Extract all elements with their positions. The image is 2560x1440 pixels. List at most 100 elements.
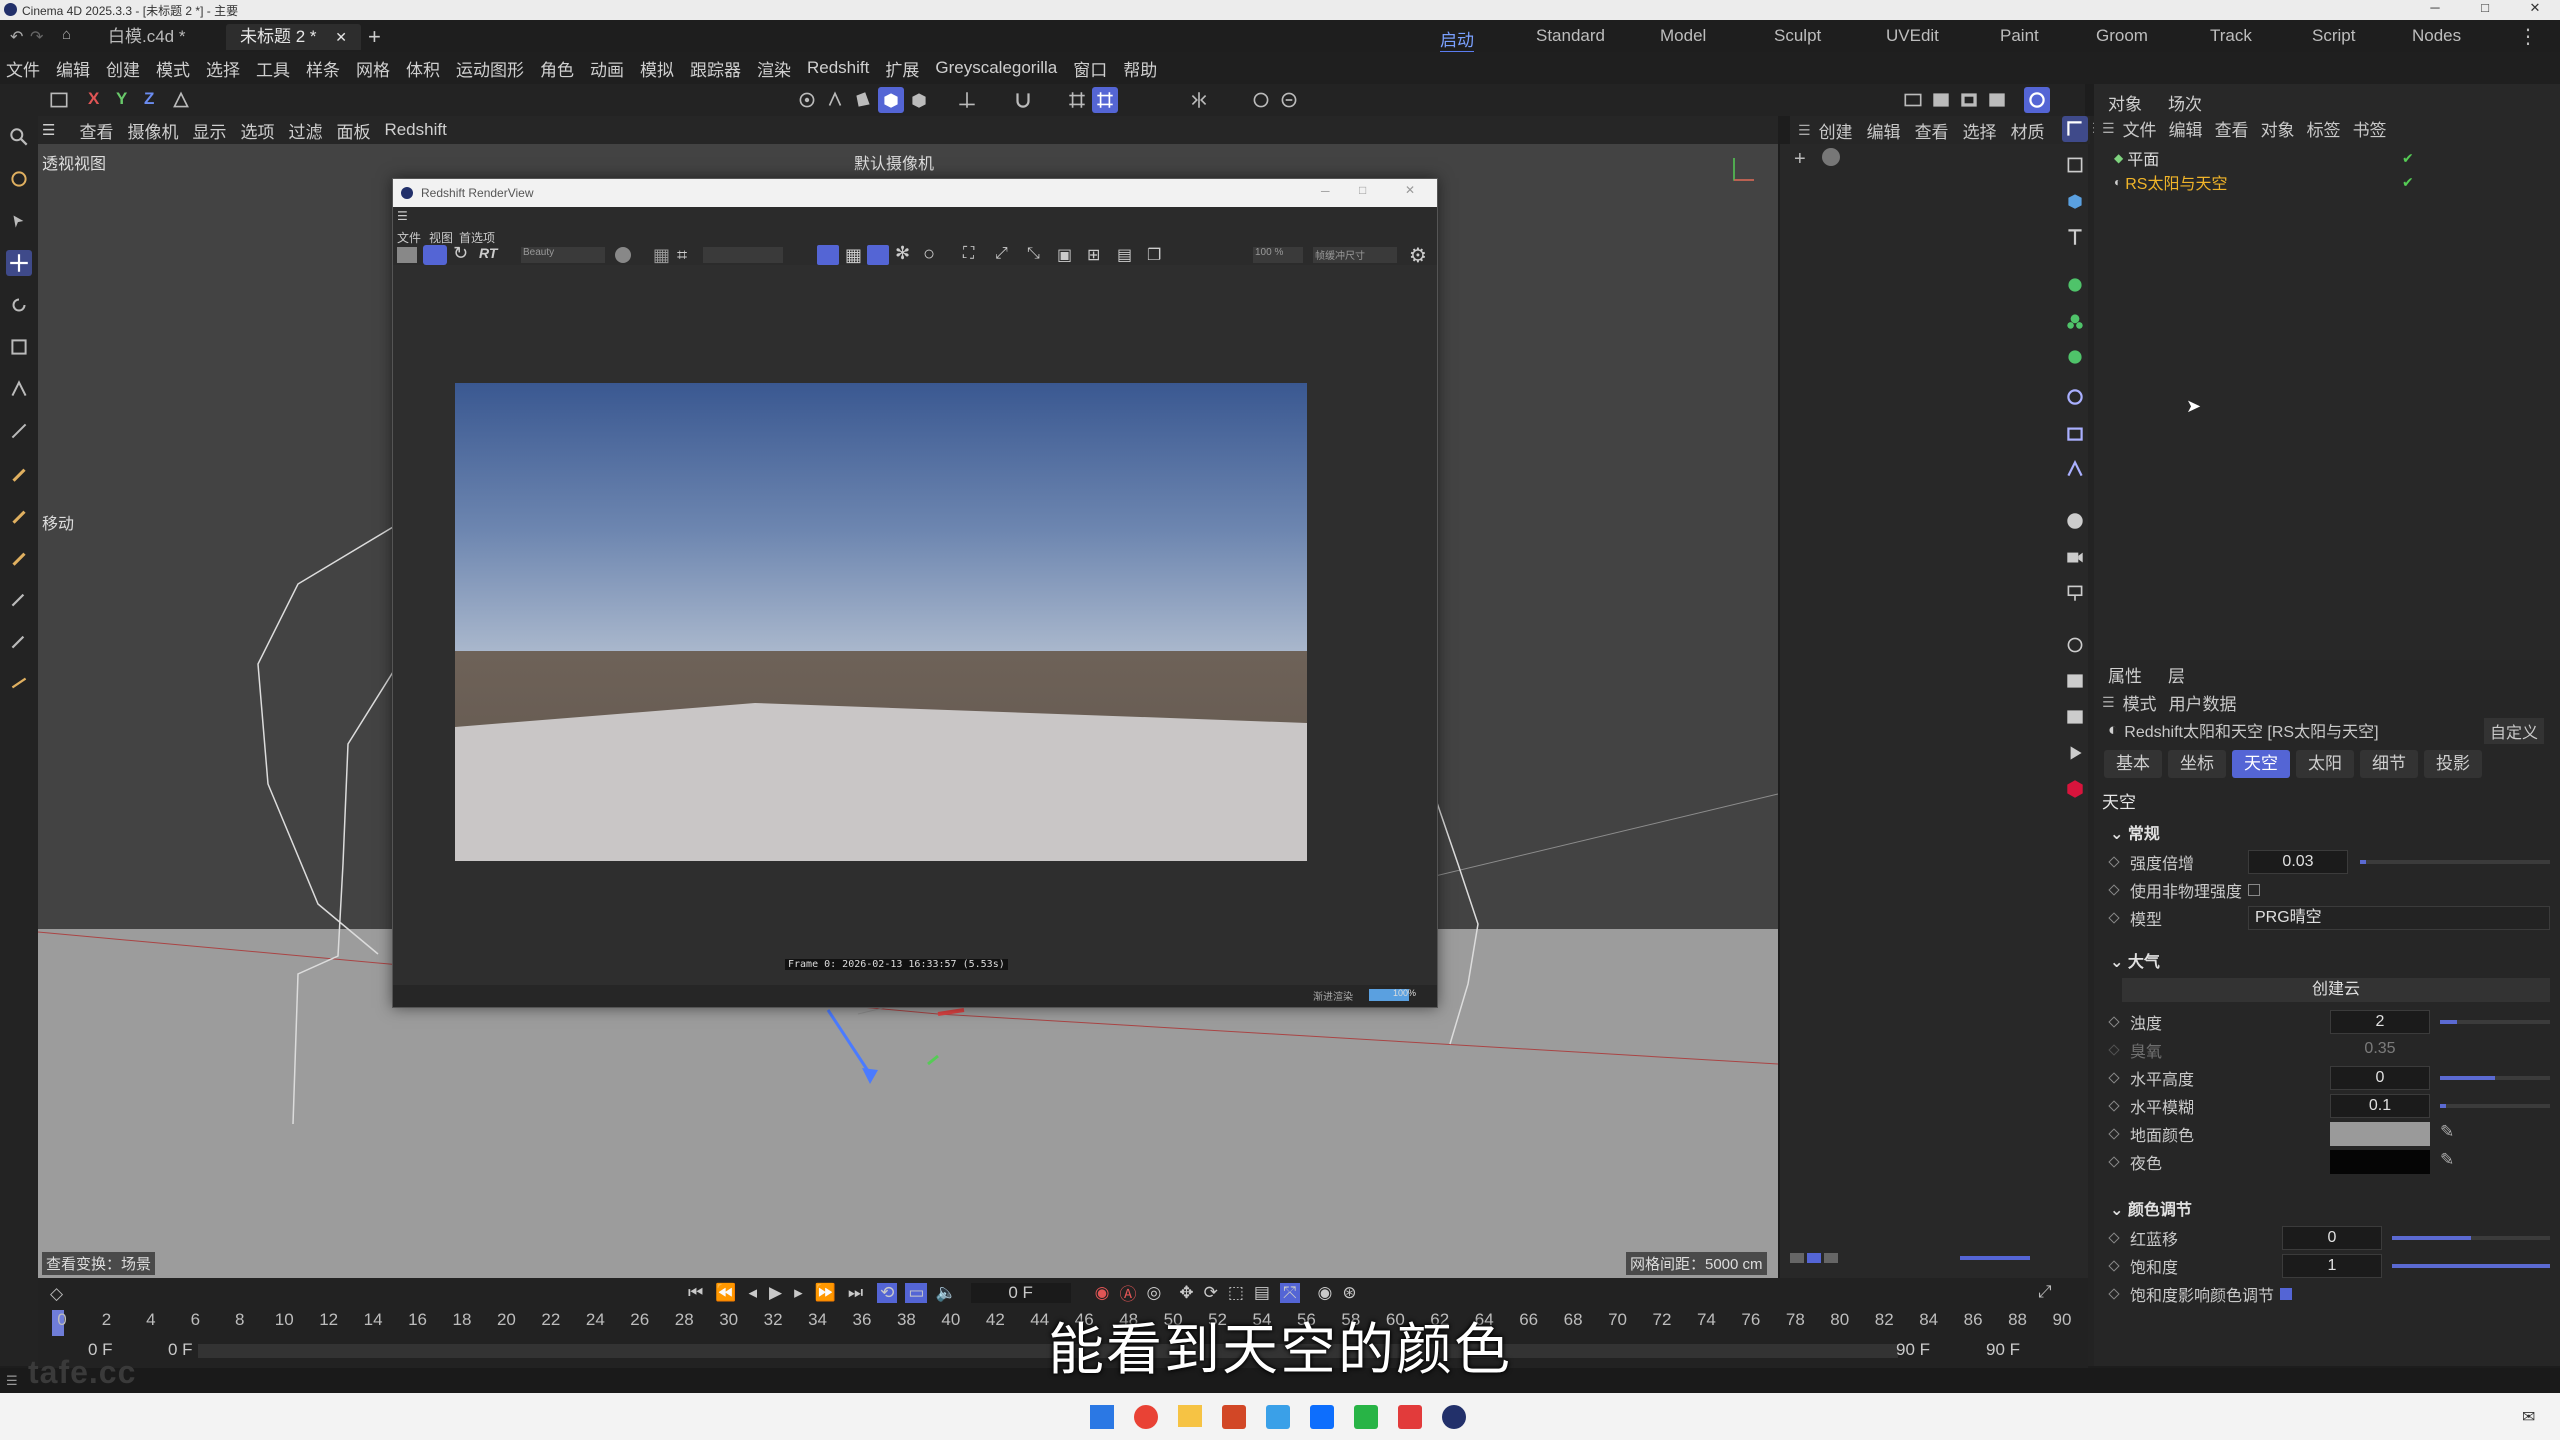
app-green-icon[interactable] — [1354, 1405, 1378, 1429]
tab-objects[interactable]: 对象 — [2108, 90, 2142, 115]
layout-tab-paint[interactable]: Paint — [2000, 26, 2039, 46]
key-scale-icon[interactable]: ⬚ — [1228, 1283, 1244, 1303]
pencil-icon[interactable] — [6, 628, 32, 654]
hamburger-icon[interactable]: ☰ — [42, 121, 55, 139]
photos-icon[interactable] — [1266, 1405, 1290, 1429]
menu-mograph[interactable]: 运动图形 — [456, 56, 524, 81]
play-icon[interactable]: ▶ — [769, 1283, 782, 1303]
maximize-button[interactable]: □ — [2460, 0, 2510, 20]
app-red-icon[interactable] — [1398, 1405, 1422, 1429]
layout-tab-script[interactable]: Script — [2312, 26, 2355, 46]
undo-icon[interactable]: ↶ — [10, 27, 23, 47]
sat-affects-checkbox[interactable] — [2280, 1288, 2293, 1300]
zoom-field[interactable]: 100 % — [1253, 247, 1303, 263]
generator-icon[interactable] — [2062, 456, 2088, 482]
eyedropper-icon[interactable]: ✎ — [2440, 1122, 2454, 1142]
renderview-maximize-button[interactable]: □ — [1359, 183, 1366, 197]
add-snapshot-icon[interactable]: ⊞ — [1087, 245, 1100, 265]
next-frame-icon[interactable]: ▸ — [794, 1283, 803, 1303]
compare-icon[interactable]: ⤡ — [1027, 245, 1040, 263]
sphere-icon[interactable]: ○ — [923, 243, 935, 266]
om-menu-tags[interactable]: 标签 — [2307, 116, 2341, 141]
keyframe-icon[interactable] — [2108, 1288, 2120, 1300]
polygons-mode-icon[interactable] — [850, 87, 876, 113]
snap-enable-icon[interactable] — [1092, 87, 1118, 113]
environment-icon[interactable] — [2062, 508, 2088, 534]
attr-menu-mode[interactable]: 模式 — [2123, 690, 2157, 715]
menu-animate[interactable]: 动画 — [590, 56, 624, 81]
live-select-icon[interactable] — [6, 208, 32, 234]
view-mode-icon-active[interactable] — [1807, 1253, 1821, 1263]
camera-icon[interactable] — [2062, 544, 2088, 570]
soft-selection-icon[interactable] — [1248, 87, 1274, 113]
rotate-tool-icon[interactable] — [6, 292, 32, 318]
vp-menu-view[interactable]: 查看 — [79, 118, 113, 143]
coordinate-system-icon[interactable] — [168, 87, 194, 113]
menu-spline[interactable]: 样条 — [306, 56, 340, 81]
preview-range-icon[interactable]: ▭ — [905, 1282, 928, 1303]
go-end-icon[interactable]: ⏭ — [848, 1283, 863, 1303]
keyframe-icon[interactable] — [2108, 1232, 2120, 1244]
om-hamburger-icon[interactable]: ☰ — [2102, 120, 2115, 137]
close-tab-icon[interactable]: ✕ — [335, 29, 347, 45]
expand-timeline-icon[interactable]: ⤢ — [2038, 1282, 2052, 1302]
om-menu-view[interactable]: 查看 — [2215, 116, 2249, 141]
menu-extensions[interactable]: 扩展 — [885, 56, 919, 81]
om-menu-file[interactable]: 文件 — [2123, 116, 2157, 141]
subtab-sun[interactable]: 太阳 — [2296, 750, 2354, 778]
ipr-icon[interactable]: ▤ — [1117, 245, 1132, 265]
record-icon[interactable]: ◉ — [1095, 1283, 1110, 1303]
om-menu-edit[interactable]: 编辑 — [2169, 116, 2203, 141]
denoise-icon[interactable]: ✻ — [895, 243, 910, 264]
horizon-blur-field[interactable]: 0.1 — [2330, 1094, 2430, 1118]
subtab-detail[interactable]: 细节 — [2360, 750, 2418, 778]
vp-menu-options[interactable]: 选项 — [240, 118, 274, 143]
custom-dropdown[interactable]: 自定义 — [2484, 718, 2545, 744]
scene-menu-icon[interactable]: ☰ — [1798, 122, 1811, 139]
layout-tab-standard[interactable]: Standard — [1536, 26, 1605, 46]
prev-key-icon[interactable]: ⏪ — [715, 1283, 736, 1303]
attr-hamburger-icon[interactable]: ☰ — [2102, 694, 2115, 711]
edges-mode-icon[interactable] — [822, 87, 848, 113]
loop-icon[interactable]: ⟲ — [877, 1282, 898, 1303]
horizon-height-field[interactable]: 0 — [2330, 1066, 2430, 1090]
placement-tool-icon[interactable] — [6, 418, 32, 444]
grid-icon[interactable]: ▦ — [845, 245, 862, 266]
layout-tab-nodes[interactable]: Nodes — [2412, 26, 2461, 46]
horizon-height-slider[interactable] — [2440, 1076, 2550, 1080]
go-start-icon[interactable]: ⏮ — [688, 1283, 703, 1303]
vp-menu-redshift[interactable]: Redshift — [384, 120, 446, 140]
turbidity-field[interactable]: 2 — [2330, 1010, 2430, 1034]
workplane-icon[interactable] — [954, 87, 980, 113]
section-general[interactable]: ⌄ 常规 — [2110, 820, 2160, 844]
intensity-slider[interactable] — [2360, 860, 2550, 864]
visibility-check-icon[interactable]: ✔ — [2402, 150, 2414, 167]
renderview-hamburger-icon[interactable]: ☰ — [397, 209, 408, 223]
crop-icon[interactable]: ⌗ — [677, 245, 687, 266]
doc-tab-untitled2[interactable]: 未标题 2 * ✕ — [226, 24, 361, 50]
picture-viewer-icon[interactable] — [2062, 704, 2088, 730]
layout-tab-sculpt[interactable]: Sculpt — [1774, 26, 1821, 46]
renderview-close-button[interactable]: ✕ — [1405, 183, 1415, 197]
intensity-field[interactable]: 0.03 — [2248, 850, 2348, 874]
brush-icon[interactable] — [6, 586, 32, 612]
scene-menu-create[interactable]: 创建 — [1819, 118, 1853, 143]
camera-label[interactable]: 默认摄像机 — [854, 150, 934, 174]
keyframe-icon[interactable] — [2108, 1128, 2120, 1140]
eyedropper-icon[interactable]: ✎ — [2440, 1150, 2454, 1170]
symmetry-icon[interactable] — [1186, 87, 1212, 113]
saturation-field[interactable]: 1 — [2282, 1254, 2382, 1278]
spline-sketch-icon[interactable] — [6, 502, 32, 528]
scene-menu-edit[interactable]: 编辑 — [1867, 118, 1901, 143]
copy-icon[interactable]: ❐ — [1147, 245, 1161, 265]
channel-icon[interactable] — [615, 247, 631, 263]
deformer-icon[interactable] — [2062, 384, 2088, 410]
subtab-projection[interactable]: 投影 — [2424, 750, 2482, 778]
redo-icon[interactable]: ↷ — [30, 27, 43, 47]
section-color-adjust[interactable]: ⌄ 颜色调节 — [2110, 1196, 2192, 1220]
start-render-button[interactable] — [423, 245, 447, 265]
field-icon[interactable] — [2062, 420, 2088, 446]
prev-frame-icon[interactable]: ◂ — [748, 1283, 757, 1303]
night-color-swatch[interactable] — [2330, 1150, 2430, 1174]
clapper-icon[interactable] — [397, 247, 417, 263]
